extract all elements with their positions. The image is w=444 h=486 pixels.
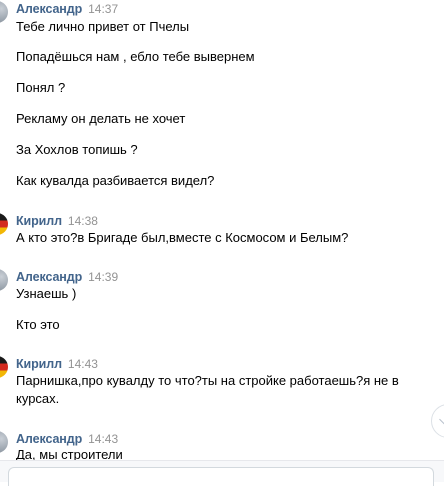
message-text: Попадёшься нам , ебло тебе вывернем xyxy=(16,49,255,64)
author-name[interactable]: Александр xyxy=(16,2,82,16)
message-header: Александр 14:39 xyxy=(16,268,118,284)
avatar[interactable] xyxy=(0,1,8,23)
avatar[interactable] xyxy=(0,269,8,291)
message-text: Парнишка,про кувалду то что?ты на стройк… xyxy=(16,373,399,406)
message-header: Кирилл 14:43 xyxy=(16,355,98,371)
author-name[interactable]: Александр xyxy=(16,270,82,284)
message-time[interactable]: 14:39 xyxy=(88,270,118,284)
message-header: Александр 14:43 xyxy=(16,430,118,446)
message-input[interactable] xyxy=(8,467,434,486)
message-text: А кто это?в Бригаде был,вместе с Космосо… xyxy=(16,230,349,245)
message-time[interactable]: 14:37 xyxy=(88,2,118,16)
message-text: Тебе лично привет от Пчелы xyxy=(16,19,190,34)
author-name[interactable]: Кирилл xyxy=(16,357,62,371)
author-name[interactable]: Кирилл xyxy=(16,214,62,228)
message-text: Кто это xyxy=(16,317,60,332)
avatar[interactable] xyxy=(0,356,8,378)
message-header: Кирилл 14:38 xyxy=(16,212,98,228)
message-text: Рекламу он делать не хочет xyxy=(16,111,186,126)
chevron-down-icon xyxy=(439,413,444,426)
avatar[interactable] xyxy=(0,213,8,235)
message-text: Как кувалда разбивается видел? xyxy=(16,173,215,188)
chat-history: Александр 14:37 Тебе лично привет от Пчел… xyxy=(0,0,444,481)
message-time[interactable]: 14:38 xyxy=(68,214,98,228)
message-header: Александр 14:37 xyxy=(16,0,118,16)
message-text: Понял ? xyxy=(16,80,66,95)
message-text: За Хохлов топишь ? xyxy=(16,142,138,157)
author-name[interactable]: Александр xyxy=(16,432,82,446)
message-composer xyxy=(0,460,444,486)
message-text: Узнаешь ) xyxy=(16,286,77,301)
message-time[interactable]: 14:43 xyxy=(68,357,98,371)
avatar[interactable] xyxy=(0,431,8,453)
message-time[interactable]: 14:43 xyxy=(88,432,118,446)
